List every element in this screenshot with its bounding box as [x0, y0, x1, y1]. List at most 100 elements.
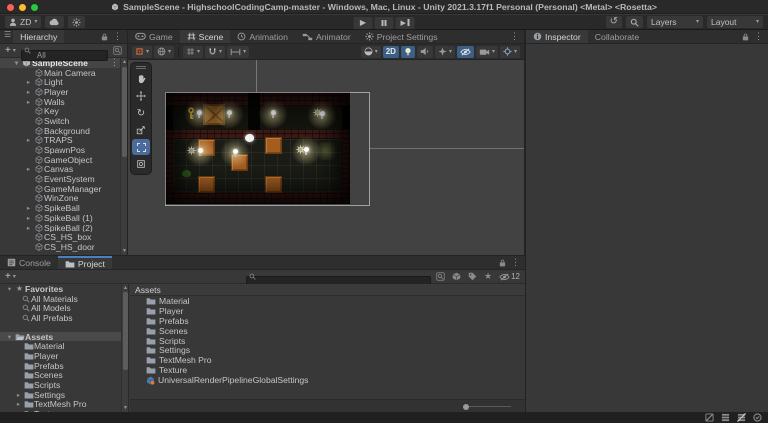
asset-row[interactable]: Prefabs: [130, 316, 525, 326]
light-gizmo[interactable]: [258, 99, 288, 129]
project-search[interactable]: [246, 271, 431, 282]
tile-sprite[interactable]: [265, 137, 282, 154]
expand-arrow-icon[interactable]: ▾: [5, 333, 14, 341]
play-button[interactable]: ▶: [354, 17, 373, 29]
asset-row[interactable]: Scenes: [130, 326, 525, 336]
project-tree-item[interactable]: ▸ Material: [0, 341, 128, 351]
asset-row[interactable]: Texture: [130, 365, 525, 375]
tab-project-settings[interactable]: Project Settings: [358, 30, 445, 43]
hierarchy-item[interactable]: ▸ Background: [0, 126, 127, 136]
kebab-menu-icon[interactable]: ⋮: [754, 31, 763, 42]
expand-arrow-icon[interactable]: ▸: [24, 165, 33, 173]
scene-viewport[interactable]: ↻: [128, 60, 524, 255]
hierarchy-item[interactable]: ▸ EventSystem: [0, 174, 127, 184]
grid-visibility-button[interactable]: ▾: [183, 46, 203, 58]
project-add-button[interactable]: +▾: [3, 271, 18, 282]
tab-inspector[interactable]: Inspector: [526, 30, 588, 43]
project-tree-item[interactable]: ▸ Player: [0, 351, 128, 361]
hierarchy-search[interactable]: [21, 45, 108, 56]
kebab-menu-icon[interactable]: ⋮: [511, 257, 520, 268]
layout-dropdown[interactable]: Layout▾: [707, 16, 763, 28]
kebab-menu-icon[interactable]: ⋮: [510, 31, 519, 42]
light-gizmo[interactable]: [214, 99, 244, 129]
tile-sprite[interactable]: [198, 176, 215, 193]
hierarchy-item[interactable]: ▸ SpikeBall (1): [0, 213, 127, 223]
tool-handle-rotation-button[interactable]: ▾: [154, 46, 174, 58]
hierarchy-item[interactable]: ▸ Main Camera: [0, 68, 127, 78]
hierarchy-item[interactable]: ▸ CS_HS_door: [0, 242, 127, 252]
lock-icon[interactable]: [499, 259, 506, 267]
asset-row[interactable]: Player: [130, 306, 525, 316]
hierarchy-search-input[interactable]: [21, 50, 108, 61]
light-gizmo[interactable]: [291, 136, 321, 166]
expand-arrow-icon[interactable]: ▸: [24, 224, 33, 232]
kebab-menu-icon[interactable]: ⋮: [113, 31, 122, 42]
light-gizmo[interactable]: [220, 138, 250, 168]
hierarchy-item[interactable]: ▸ Canvas: [0, 165, 127, 175]
scene-render[interactable]: [165, 92, 350, 204]
rect-tool[interactable]: [132, 139, 150, 155]
favorites-item[interactable]: All Materials: [0, 294, 128, 304]
favorites-filter-icon[interactable]: ★: [482, 271, 494, 282]
view-hand-tool[interactable]: [132, 71, 150, 87]
progress-status-icon[interactable]: [753, 413, 762, 422]
favorites-item[interactable]: All Prefabs: [0, 313, 128, 323]
project-tree-item[interactable]: ▸ Scenes: [0, 371, 128, 381]
hierarchy-item[interactable]: ▸ SpikeBall: [0, 203, 127, 213]
assets-root[interactable]: ▾ Assets: [0, 332, 128, 342]
rotate-tool[interactable]: ↻: [132, 105, 150, 121]
hierarchy-item[interactable]: ▸ Player: [0, 87, 127, 97]
lock-icon[interactable]: [101, 33, 108, 41]
hierarchy-item[interactable]: ▸ SpikeBall (2): [0, 223, 127, 233]
tile-sprite[interactable]: [265, 176, 282, 193]
expand-arrow-icon[interactable]: ▸: [24, 78, 33, 86]
slime-sprite[interactable]: [182, 170, 191, 177]
snap-settings-button[interactable]: ▾: [205, 46, 225, 58]
hierarchy-item[interactable]: ▸ Light: [0, 77, 127, 87]
expand-arrow-icon[interactable]: ▸: [24, 214, 33, 222]
transform-tool[interactable]: [132, 156, 150, 172]
tab-console[interactable]: Console: [0, 256, 58, 269]
scene-camera-settings-button[interactable]: ▾: [476, 46, 498, 58]
favorites-root[interactable]: ▾ ★ Favorites: [0, 284, 128, 294]
hidden-packages-toggle[interactable]: 12: [497, 272, 522, 281]
search-filter-icon[interactable]: [434, 272, 447, 281]
expand-arrow-icon[interactable]: ▸: [24, 88, 33, 96]
cache-server-icon[interactable]: [721, 413, 730, 422]
scroll-down-icon[interactable]: ▼: [122, 405, 129, 411]
tab-animator[interactable]: Animator: [295, 30, 358, 43]
scroll-up-icon[interactable]: ▲: [121, 59, 128, 65]
expand-arrow-icon[interactable]: ▸: [14, 400, 23, 408]
hierarchy-item[interactable]: ▸ CS_HS_box: [0, 232, 127, 242]
scene-audio-toggle[interactable]: [417, 46, 433, 58]
hierarchy-item[interactable]: ▸ WinZone: [0, 194, 127, 204]
hierarchy-item[interactable]: ▸ GameObject: [0, 155, 127, 165]
hierarchy-item[interactable]: ▸ Switch: [0, 116, 127, 126]
expand-arrow-icon[interactable]: ▾: [5, 285, 14, 293]
asset-row[interactable]: Settings: [130, 345, 525, 355]
scale-tool[interactable]: [132, 122, 150, 138]
step-button[interactable]: ▶: [396, 17, 415, 29]
move-tool[interactable]: [132, 88, 150, 104]
light-gizmo[interactable]: [185, 137, 215, 167]
scroll-up-icon[interactable]: ▲: [122, 285, 129, 291]
hierarchy-item[interactable]: ▸ SpawnPos: [0, 145, 127, 155]
search-filter-icon[interactable]: [111, 46, 124, 55]
hierarchy-item[interactable]: ▸ Key: [0, 106, 127, 116]
scene-lighting-toggle[interactable]: [401, 46, 415, 58]
scene-visibility-toggle[interactable]: [457, 46, 474, 58]
gizmos-button[interactable]: ▾: [500, 46, 520, 58]
tab-collaborate[interactable]: Collaborate: [588, 30, 646, 43]
project-tree-item[interactable]: ▸ Prefabs: [0, 361, 128, 371]
overlay-drag-handle[interactable]: [132, 64, 150, 71]
effects-toggle[interactable]: ▾: [435, 46, 455, 58]
tab-animation[interactable]: Animation: [230, 30, 295, 43]
hierarchy-add-button[interactable]: +▾: [3, 45, 18, 56]
hierarchy-item[interactable]: ▸ Walls: [0, 97, 127, 107]
cloud-button[interactable]: [45, 16, 64, 28]
tab-project[interactable]: Project: [58, 256, 112, 269]
measure-tool-button[interactable]: ▾: [227, 46, 249, 58]
assets-breadcrumb[interactable]: Assets: [130, 284, 525, 296]
label-filter-icon[interactable]: [466, 272, 479, 281]
hierarchy-scrollbar[interactable]: ▲ ▼: [120, 58, 127, 255]
